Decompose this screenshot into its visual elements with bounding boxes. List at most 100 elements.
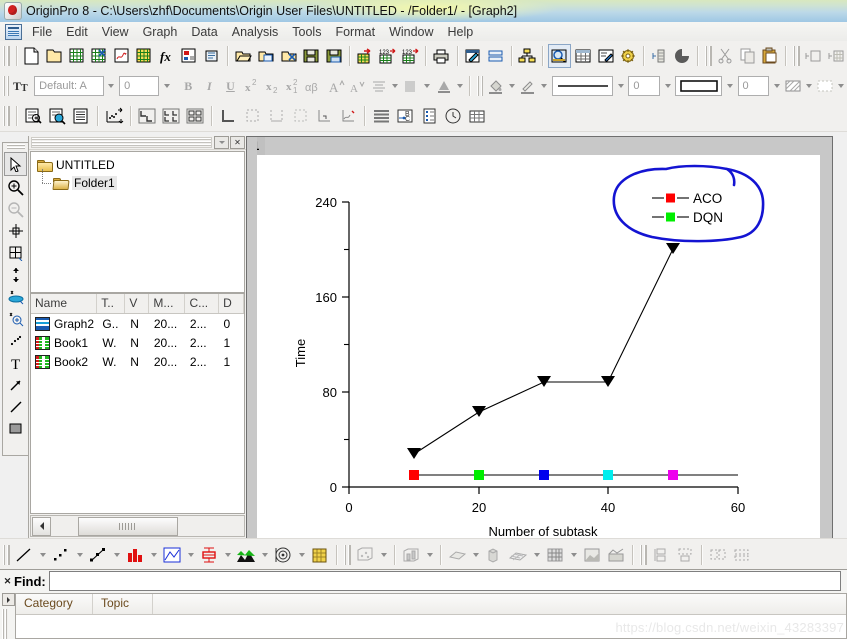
column-header-name[interactable]: Name — [31, 294, 98, 313]
options-gear-button[interactable] — [618, 45, 639, 67]
chart-plot[interactable]: 240 160 80 0 0 20 40 60 Time Number of s… — [257, 155, 820, 539]
underline-button[interactable]: U — [221, 75, 240, 97]
line-width-dropdown-arrow[interactable] — [662, 76, 673, 96]
table-row[interactable]: Graph2 G.. N 20... 2... 0 — [31, 314, 244, 333]
font-color-dropdown-arrow[interactable] — [454, 76, 465, 96]
axis-break-button[interactable] — [313, 105, 335, 127]
frame-style-combo[interactable] — [675, 76, 723, 96]
superscript-button[interactable]: x2 — [242, 75, 261, 97]
new-function-button[interactable]: fx — [157, 45, 178, 67]
expand-icon[interactable] — [2, 593, 15, 606]
project-explorer-button[interactable] — [517, 45, 538, 67]
line-width-combo[interactable]: 0 — [628, 76, 660, 96]
toolbar-grip[interactable] — [705, 46, 712, 66]
cut-button[interactable] — [715, 45, 736, 67]
scatter-plot-dropdown-arrow[interactable] — [73, 545, 86, 565]
image-profile-button[interactable] — [605, 544, 627, 566]
column-bar-plot-button[interactable] — [124, 544, 146, 566]
column-plot-dropdown-arrow[interactable] — [147, 545, 160, 565]
align-left-objects-button[interactable] — [650, 544, 672, 566]
3d-scatter-dropdown-arrow[interactable] — [377, 545, 390, 565]
new-folder-button[interactable] — [44, 45, 65, 67]
align-center-objects-button[interactable] — [674, 544, 696, 566]
print-button[interactable] — [431, 45, 452, 67]
project-file-list[interactable]: Name T.. V M... C... D Graph2 G.. N 20..… — [30, 293, 245, 514]
axis-left-right-button[interactable] — [265, 105, 287, 127]
font-color-button[interactable] — [434, 75, 453, 97]
open-template-button[interactable] — [256, 45, 277, 67]
layer-management-button[interactable] — [485, 45, 506, 67]
panel-close-button[interactable]: ✕ — [230, 136, 245, 149]
polar-plot-button[interactable] — [272, 544, 294, 566]
3d-surface-dropdown-arrow[interactable] — [469, 545, 482, 565]
graph-page[interactable]: 240 160 80 0 0 20 40 60 Time Number of s… — [257, 155, 820, 539]
clock-button[interactable] — [442, 105, 464, 127]
new-excel-button[interactable] — [89, 45, 110, 67]
new-matrix-button[interactable] — [134, 45, 155, 67]
exchange-xy-button[interactable] — [103, 105, 125, 127]
line-color-dropdown-arrow[interactable] — [539, 76, 550, 96]
polar-plot-dropdown-arrow[interactable] — [295, 545, 308, 565]
zoom-in-tool[interactable] — [5, 176, 26, 198]
3d-color-fill-button[interactable] — [309, 544, 331, 566]
contour-plot-dropdown-arrow[interactable] — [567, 545, 580, 565]
set-column-values-button[interactable]: BC — [394, 105, 416, 127]
insert-worksheet-button[interactable] — [466, 105, 488, 127]
tools-palette-grip[interactable] — [6, 144, 25, 150]
paste-button[interactable] — [760, 45, 781, 67]
3d-bar-dropdown-arrow[interactable] — [423, 545, 436, 565]
pointer-tool[interactable] — [4, 152, 27, 176]
edit-script-button[interactable] — [463, 45, 484, 67]
toolbar-grip[interactable] — [3, 76, 10, 96]
worksheet-script-button[interactable] — [418, 105, 440, 127]
distribute-vertically-button[interactable] — [731, 544, 753, 566]
results-log-button[interactable] — [548, 44, 571, 68]
scatter-plot-button[interactable] — [50, 544, 72, 566]
extract-layers-button[interactable] — [160, 105, 182, 127]
font-style-dropdown-arrow[interactable] — [106, 76, 117, 96]
new-layout-button[interactable] — [179, 45, 200, 67]
menu-data[interactable]: Data — [184, 23, 224, 41]
import-single-ascii-button[interactable]: 123 — [377, 45, 398, 67]
grid-pattern-button[interactable] — [816, 75, 835, 97]
menu-file[interactable]: File — [25, 23, 59, 41]
frame-width-combo[interactable]: 0 — [737, 76, 770, 96]
import-wizard-button[interactable] — [355, 45, 376, 67]
fill-color-button[interactable] — [486, 75, 505, 97]
column-header-type[interactable]: T.. — [97, 294, 126, 313]
align-dropdown-arrow[interactable] — [389, 76, 400, 96]
table-row[interactable]: Book1 W. N 20... 2... 1 — [31, 333, 244, 352]
file-list-horizontal-scrollbar[interactable] — [30, 515, 245, 537]
pattern-fill-button[interactable] — [783, 75, 802, 97]
box-chart-dropdown-arrow[interactable] — [221, 545, 234, 565]
arrow-tool[interactable] — [5, 374, 26, 396]
add-table-button[interactable] — [825, 45, 846, 67]
table-row[interactable]: Book2 W. N 20... 2... 1 — [31, 352, 244, 371]
3d-surface-button[interactable] — [446, 544, 468, 566]
fill-area-dropdown-arrow[interactable] — [258, 545, 271, 565]
new-notes-button[interactable] — [202, 45, 223, 67]
data-selector-tool[interactable] — [5, 308, 26, 330]
pattern-fill-dropdown-arrow[interactable] — [803, 76, 814, 96]
rectangle-tool[interactable] — [5, 418, 26, 440]
menu-window[interactable]: Window — [382, 23, 440, 41]
axis-frame-button[interactable] — [241, 105, 263, 127]
column-header-d[interactable]: D — [219, 294, 244, 313]
font-size-combo[interactable]: 0 — [119, 76, 160, 96]
toolbar-grip[interactable] — [344, 544, 351, 565]
command-window-button[interactable] — [573, 45, 594, 67]
legend-update-button[interactable] — [70, 105, 92, 127]
decrease-font-button[interactable]: A — [348, 75, 367, 97]
increase-font-button[interactable]: A — [327, 75, 346, 97]
align-button[interactable] — [369, 75, 388, 97]
crosshair-tool[interactable] — [5, 220, 26, 242]
menu-analysis[interactable]: Analysis — [225, 23, 286, 41]
super-subscript-button[interactable]: x21 — [284, 75, 303, 97]
text-direction-button[interactable] — [402, 75, 421, 97]
fill-color-dropdown-arrow[interactable] — [506, 76, 517, 96]
new-legend-button[interactable] — [337, 105, 359, 127]
line-tool[interactable] — [5, 396, 26, 418]
line-plot-dropdown-arrow[interactable] — [36, 545, 49, 565]
find-panel-grip[interactable] — [2, 609, 8, 639]
box-chart-button[interactable] — [198, 544, 220, 566]
